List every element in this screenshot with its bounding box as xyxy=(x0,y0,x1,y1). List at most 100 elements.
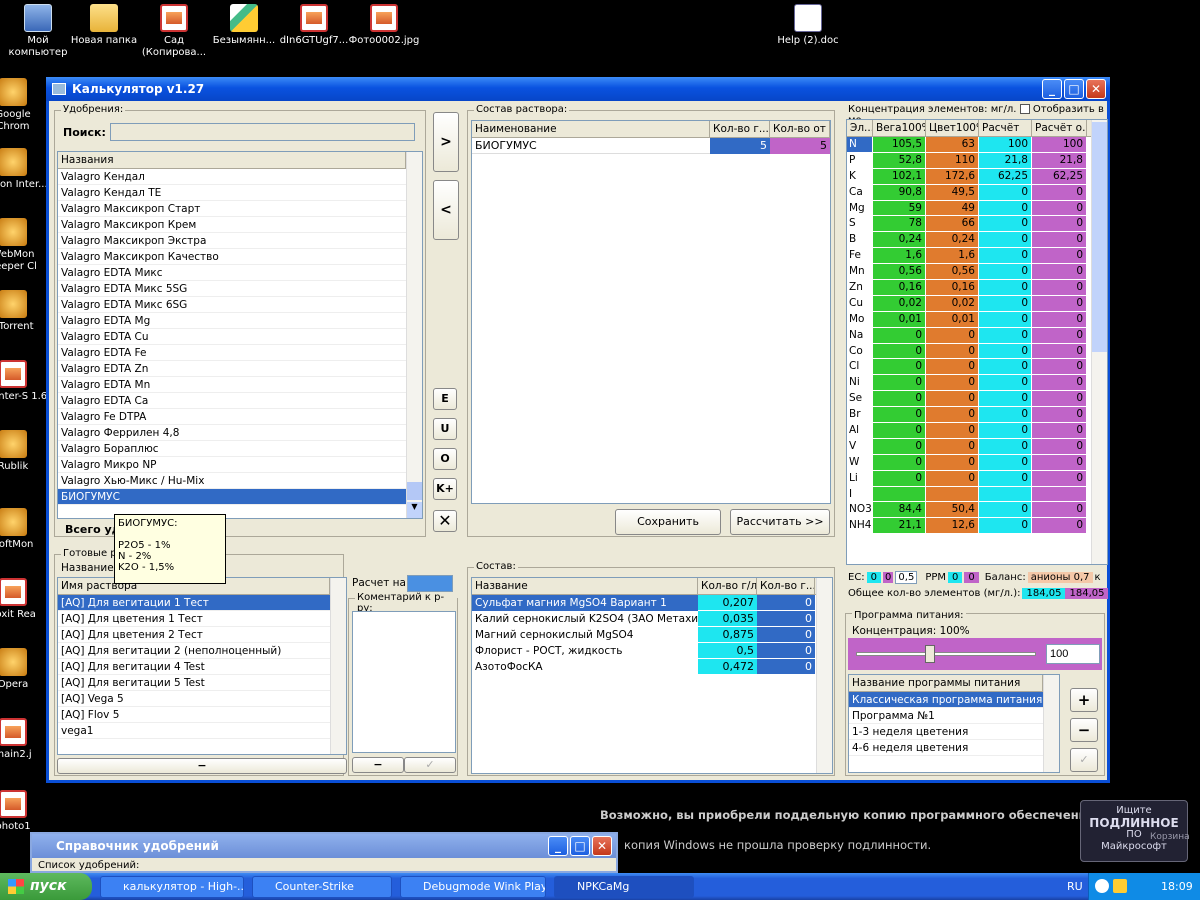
table-row[interactable]: Fe 1,6 1,6 0 0 xyxy=(847,248,1091,265)
scrollbar[interactable] xyxy=(330,578,346,754)
list-item[interactable]: vega1 xyxy=(58,723,330,739)
column-header-element[interactable]: Эл... xyxy=(847,120,873,136)
table-row[interactable]: P 52,8 110 21,8 21,8 xyxy=(847,152,1091,169)
table-row[interactable]: Se 0 0 0 0 xyxy=(847,391,1091,408)
delete-comment-button[interactable]: − xyxy=(352,757,404,773)
column-header-name[interactable]: Наименование xyxy=(472,121,710,137)
table-row[interactable]: Магний сернокислый MgSO4 0,875 0 xyxy=(472,627,816,643)
scrollbar[interactable] xyxy=(1091,120,1107,564)
search-input[interactable] xyxy=(110,123,415,141)
grams-cell[interactable]: 0 xyxy=(757,659,815,675)
table-row[interactable]: Al 0 0 0 0 xyxy=(847,423,1091,439)
confirm-comment-button[interactable]: ✓ xyxy=(404,757,456,773)
list-item[interactable]: Программа №1 xyxy=(849,708,1043,724)
column-header-grams[interactable]: Кол-во г... xyxy=(710,121,770,137)
list-item[interactable]: [AQ] Для вегитации 2 (неполноценный) xyxy=(58,643,330,659)
task-wink-player[interactable]: Debugmode Wink Player xyxy=(400,876,546,898)
desktop-icon[interactable]: Безымянн... xyxy=(206,4,282,47)
list-item[interactable]: Valagro Кендал TE xyxy=(58,185,406,201)
back-arrow-icon[interactable] xyxy=(1095,879,1109,893)
table-row[interactable]: Ca 90,8 49,5 0 0 xyxy=(847,184,1091,201)
task-counter-strike[interactable]: Counter-Strike xyxy=(252,876,392,898)
scrollbar[interactable]: ▼ xyxy=(406,152,422,518)
close-button[interactable]: ✕ xyxy=(592,836,612,856)
list-item[interactable]: Valagro Микро NP xyxy=(58,457,406,473)
save-button[interactable]: Сохранить xyxy=(615,509,721,535)
table-row[interactable]: АзотоФосКА 0,472 0 xyxy=(472,659,816,675)
close-button[interactable]: ✕ xyxy=(1086,79,1106,99)
desktop-icon[interactable]: Фото0002.jpg xyxy=(346,4,422,47)
grams-cell[interactable]: 0 xyxy=(757,611,815,627)
desktop-icon[interactable]: photo1 xyxy=(0,790,48,833)
confirm-program-button[interactable]: ✓ xyxy=(1070,748,1098,772)
table-row[interactable]: V0000 xyxy=(847,438,1091,455)
desktop-icon[interactable]: Rublik xyxy=(0,430,48,473)
desktop-icon[interactable]: SoftMon xyxy=(0,508,48,551)
table-row[interactable]: Mo 0,01 0,01 0 0 xyxy=(847,311,1091,328)
table-row[interactable]: NO3 84,4 50,4 0 0 xyxy=(847,502,1091,519)
table-row[interactable]: Co 0 0 0 0 xyxy=(847,343,1091,360)
list-item[interactable]: [AQ] Для цветения 2 Тест xyxy=(58,627,330,643)
list-item[interactable]: Valagro Феррилен 4,8 xyxy=(58,425,406,441)
desktop-icon-help-doc[interactable]: Help (2).doc xyxy=(770,4,846,47)
table-row[interactable]: Cu 0,02 0,02 0 0 xyxy=(847,295,1091,312)
maximize-button[interactable]: □ xyxy=(1064,79,1084,99)
scrollbar[interactable] xyxy=(816,578,832,773)
desktop-icon[interactable]: Norton Inter... xyxy=(0,148,48,191)
desktop-icon[interactable]: Новая папка xyxy=(66,4,142,47)
list-item[interactable]: Valagro EDTA Zn xyxy=(58,361,406,377)
delete-program-button[interactable]: − xyxy=(1070,718,1098,742)
grams-per-liter-cell[interactable]: 0,472 xyxy=(698,659,757,675)
ec-input[interactable]: 0,5 xyxy=(895,571,918,584)
add-program-button[interactable]: + xyxy=(1070,688,1098,712)
table-row[interactable]: W0000 xyxy=(847,454,1091,471)
start-button[interactable]: пуск xyxy=(0,873,92,900)
tray-app-icon[interactable] xyxy=(1113,879,1127,893)
column-header-g-per-l[interactable]: Кол-во г/л. xyxy=(698,578,757,594)
list-item[interactable]: Valagro EDTA Cu xyxy=(58,329,406,345)
table-row[interactable]: S 78 66 0 0 xyxy=(847,216,1091,233)
side-button-o[interactable]: O xyxy=(433,448,457,470)
column-header-calc[interactable]: Расчёт xyxy=(979,120,1032,136)
list-item[interactable]: Valagro Максикроп Крем xyxy=(58,217,406,233)
task-calculator[interactable]: калькулятор - High-... xyxy=(100,876,244,898)
comment-textarea[interactable] xyxy=(352,611,456,753)
list-item[interactable]: [AQ] Для цветения 1 Тест xyxy=(58,611,330,627)
desktop-icon[interactable]: main2.j xyxy=(0,718,48,761)
list-item[interactable]: Valagro Максикроп Экстра xyxy=(58,233,406,249)
desktop-icon[interactable]: Counter-S 1.6 xyxy=(0,360,48,403)
table-row[interactable]: B 0,24 0,24 0 0 xyxy=(847,232,1091,249)
maximize-button[interactable]: □ xyxy=(570,836,590,856)
table-row[interactable]: Li 0 0 0 0 xyxy=(847,470,1091,487)
list-item[interactable]: Классическая программа питания xyxy=(849,692,1043,708)
language-indicator[interactable]: RU xyxy=(1067,873,1083,900)
desktop-icon[interactable]: Google Chrom xyxy=(0,78,48,133)
table-row[interactable]: Cl 0 0 0 0 xyxy=(847,359,1091,376)
list-item[interactable]: Valagro EDTA Микс xyxy=(58,265,406,281)
percent-cell[interactable]: 5 xyxy=(770,138,830,154)
delete-solution-button[interactable]: − xyxy=(57,758,347,774)
table-row[interactable]: K 102,1 172,6 62,25 62,25 xyxy=(847,168,1091,185)
column-header-tsvet[interactable]: Цвет100% xyxy=(926,120,979,136)
list-item[interactable]: Valagro Максикроп Качество xyxy=(58,249,406,265)
desktop-icon[interactable]: Сад (Копирова... xyxy=(136,4,212,59)
list-item[interactable]: Valagro EDTA Ca xyxy=(58,393,406,409)
list-item[interactable]: Valagro Fe DTPA xyxy=(58,409,406,425)
remove-from-composition-button[interactable]: < xyxy=(433,180,459,240)
desktop-icon[interactable]: dIn6GTUgf7... xyxy=(276,4,352,47)
grams-per-liter-cell[interactable]: 0,5 xyxy=(698,643,757,659)
calc-on-spinner[interactable] xyxy=(407,575,453,592)
list-item[interactable]: 1-3 неделя цветения xyxy=(849,724,1043,740)
task-npkcamg[interactable]: NPKCaMg xyxy=(554,876,694,898)
list-item[interactable]: [AQ] Для вегитации 4 Test xyxy=(58,659,330,675)
list-item[interactable]: Valagro Максикроп Старт xyxy=(58,201,406,217)
clock[interactable]: 18:09 xyxy=(1161,873,1193,900)
list-item[interactable]: [AQ] Для вегитации 1 Тест xyxy=(58,595,330,611)
table-row[interactable]: N 105,5 63 100 100 xyxy=(847,137,1091,153)
grams-per-liter-cell[interactable]: 0,035 xyxy=(698,611,757,627)
column-header-names[interactable]: Названия xyxy=(58,152,406,168)
desktop-icon[interactable]: µTorrent xyxy=(0,290,48,333)
desktop-icon[interactable]: WebMon Keeper Cl xyxy=(0,218,48,273)
slider-thumb[interactable] xyxy=(924,645,935,663)
list-item[interactable]: 4-6 неделя цветения xyxy=(849,740,1043,756)
